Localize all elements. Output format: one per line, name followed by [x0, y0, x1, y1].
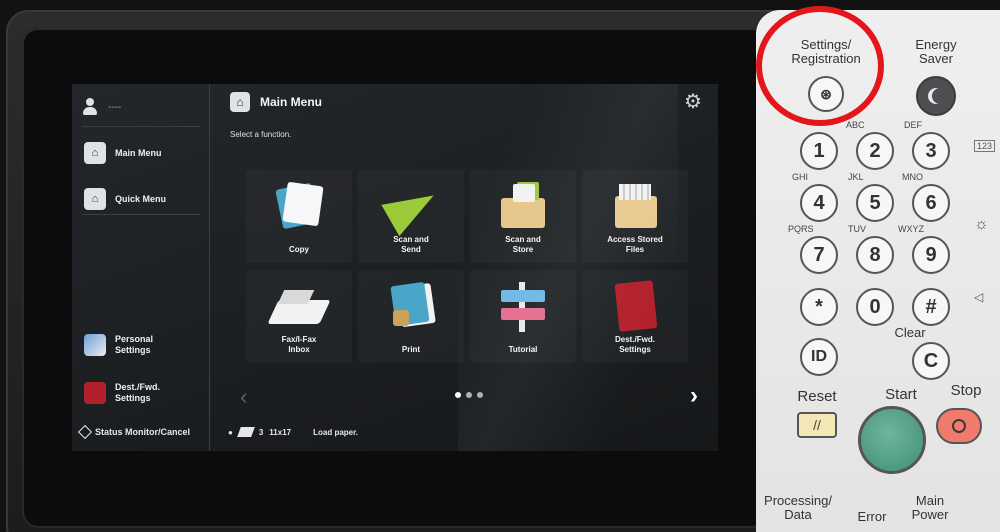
gear-icon[interactable]: ⚙	[684, 92, 704, 112]
key-letters: PQRS	[788, 224, 814, 234]
key-letters: MNO	[902, 172, 923, 182]
copy-icon	[271, 180, 327, 232]
brightness-icon[interactable]: ☼	[974, 216, 989, 234]
key-9[interactable]: 9	[912, 236, 950, 274]
clear-button[interactable]: C	[912, 342, 950, 380]
error-indicator: Error	[857, 509, 887, 524]
key-1[interactable]: 1	[800, 132, 838, 170]
key-letters: JKL	[848, 172, 864, 182]
key-4[interactable]: 4	[800, 184, 838, 222]
tile-scan-and-send[interactable]: Scan and Send	[358, 170, 464, 263]
energy-saver-label: Energy Saver	[915, 37, 957, 66]
id-button[interactable]: ID	[800, 338, 838, 376]
left-rail: ---- ⌂ Main Menu ⌂ Quick Menu Personal S…	[72, 84, 210, 451]
key-letters: TUV	[848, 224, 866, 234]
rail-divider	[82, 126, 200, 127]
key-letters: WXYZ	[898, 224, 924, 234]
rail-item-quick-menu[interactable]: ⌂ Quick Menu	[84, 188, 166, 210]
paper-tray-icon	[237, 427, 255, 437]
status-monitor-icon	[77, 424, 93, 440]
rail-divider	[82, 214, 200, 215]
page-title: Main Menu	[260, 95, 322, 109]
prev-page-arrow-icon[interactable]: ‹	[240, 384, 247, 410]
touch-screen[interactable]: ---- ⌂ Main Menu ⌂ Quick Menu Personal S…	[72, 84, 718, 451]
file-box-icon	[607, 180, 663, 232]
dest-fwd-book-icon	[84, 382, 106, 404]
paper-plane-icon	[383, 180, 439, 232]
user-name: ----	[108, 101, 122, 113]
storage-box-icon	[495, 180, 551, 232]
key-0[interactable]: 0	[856, 288, 894, 326]
quick-menu-icon: ⌂	[84, 188, 106, 210]
header: ⌂ Main Menu	[230, 92, 322, 112]
key-2[interactable]: 2	[856, 132, 894, 170]
reset-button[interactable]: //	[797, 412, 837, 438]
key-letters: ABC	[846, 120, 865, 130]
energy-saver-button[interactable]	[916, 76, 956, 116]
home-icon: ⌂	[84, 142, 106, 164]
page-dot	[455, 392, 461, 398]
print-lock-icon	[383, 280, 439, 332]
function-grid: Copy Scan and Send Scan and Store Access…	[246, 170, 686, 365]
key-5[interactable]: 5	[856, 184, 894, 222]
tile-print[interactable]: Print	[358, 270, 464, 363]
rail-item-dest-fwd-settings[interactable]: Dest./Fwd. Settings	[84, 382, 163, 404]
tile-scan-and-store[interactable]: Scan and Store	[470, 170, 576, 263]
user-area[interactable]: ----	[82, 92, 121, 122]
reset-icon: //	[813, 417, 821, 433]
fax-tray-icon	[271, 280, 327, 332]
key-7[interactable]: 7	[800, 236, 838, 274]
highlight-ring	[756, 6, 884, 126]
rail-item-main-menu[interactable]: ⌂ Main Menu	[84, 142, 162, 164]
reset-label: Reset	[797, 388, 837, 405]
home-icon: ⌂	[230, 92, 250, 112]
key-letters: GHI	[792, 172, 809, 182]
tile-dest-fwd-settings[interactable]: Dest./Fwd. Settings	[582, 270, 688, 363]
volume-icon[interactable]: ◁	[974, 290, 983, 304]
tile-tutorial[interactable]: Tutorial	[470, 270, 576, 363]
stop-icon	[952, 419, 966, 433]
clear-label: Clear	[894, 325, 926, 340]
paper-size: 11x17	[269, 427, 292, 437]
stop-button[interactable]	[936, 408, 982, 444]
status-monitor-button[interactable]: Status Monitor/Cancel	[77, 424, 190, 440]
start-button[interactable]	[858, 406, 926, 474]
key-asterisk[interactable]: *	[800, 288, 838, 326]
paper-status-icon: ●	[228, 427, 233, 437]
personal-settings-icon	[84, 334, 106, 356]
key-8[interactable]: 8	[856, 236, 894, 274]
rail-item-personal-settings[interactable]: Personal Settings	[84, 334, 163, 356]
status-bar: ● 3 11x17 Load paper.	[228, 427, 358, 437]
next-page-arrow-icon[interactable]: ›	[690, 382, 698, 410]
key-6[interactable]: 6	[912, 184, 950, 222]
address-book-icon	[607, 280, 663, 332]
user-icon	[82, 98, 98, 116]
stop-label: Stop	[950, 382, 982, 399]
page-dot	[477, 392, 483, 398]
start-label: Start	[885, 386, 917, 403]
paper-count: 3	[258, 427, 264, 437]
key-hash[interactable]: #	[912, 288, 950, 326]
status-message: Load paper.	[313, 427, 359, 437]
signpost-icon	[495, 280, 551, 332]
main-power-indicator: Main Power	[911, 493, 949, 522]
key-3[interactable]: 3	[912, 132, 950, 170]
page-indicator	[455, 392, 483, 398]
tile-fax-inbox[interactable]: Fax/I-Fax Inbox	[246, 270, 352, 363]
instruction-text: Select a function.	[230, 130, 292, 139]
processing-data-indicator: Processing/ Data	[764, 493, 832, 522]
key-letters: DEF	[904, 120, 922, 130]
tile-copy[interactable]: Copy	[246, 170, 352, 263]
page-dot	[466, 392, 472, 398]
tile-access-stored-files[interactable]: Access Stored Files	[582, 170, 688, 263]
display-mode-icon: 123	[974, 140, 996, 152]
moon-icon	[932, 88, 948, 104]
